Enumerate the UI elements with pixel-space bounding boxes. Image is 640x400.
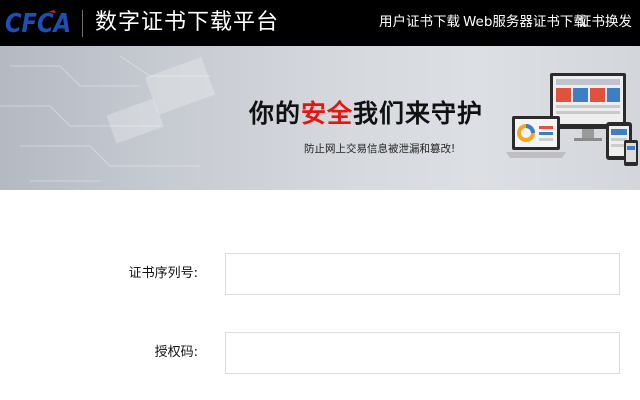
serial-number-input[interactable] xyxy=(225,253,620,295)
cfca-logo[interactable]: CFCA xyxy=(4,6,72,38)
banner-heading: 你的安全我们来守护 xyxy=(249,98,483,130)
serial-number-label: 证书序列号: xyxy=(128,266,198,281)
heading-part-1: 你的 xyxy=(249,99,302,128)
heading-part-2: 我们来守护 xyxy=(353,99,484,128)
header-divider xyxy=(82,10,83,37)
logo-text: CFCA xyxy=(5,9,71,38)
nav-user-cert-download[interactable]: 用户证书下载 xyxy=(379,12,460,32)
nav-cert-renewal[interactable]: 证书换发 xyxy=(578,12,632,32)
nav-web-server-cert-download[interactable]: Web服务器证书下载 xyxy=(463,12,587,32)
auth-code-label: 授权码: xyxy=(154,345,198,360)
banner-subtitle: 防止网上交易信息被泄漏和篡改! xyxy=(304,143,456,155)
devices-illustration xyxy=(506,73,638,166)
top-header: CFCA 数字证书下载平台 用户证书下载 Web服务器证书下载 证书换发 xyxy=(0,0,640,46)
site-title: 数字证书下载平台 xyxy=(95,10,280,35)
hero-banner: 你的安全我们来守护 防止网上交易信息被泄漏和篡改! xyxy=(0,46,640,190)
heading-highlight: 安全 xyxy=(301,99,354,128)
circuit-background-art xyxy=(0,55,216,182)
auth-code-input[interactable] xyxy=(225,332,620,374)
